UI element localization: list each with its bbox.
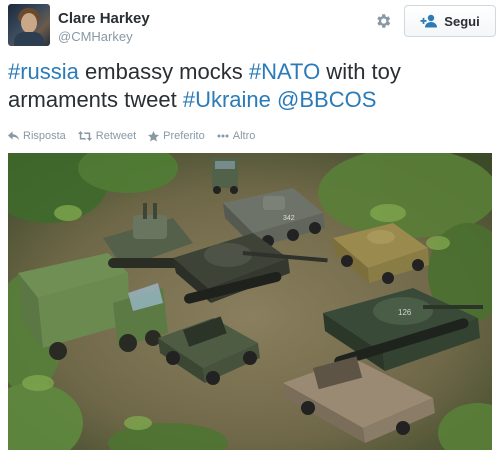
favorite-button[interactable]: Preferito (148, 130, 205, 142)
author-handle[interactable]: @CMHarkey (58, 29, 133, 44)
more-label: Altro (232, 130, 256, 142)
add-user-icon (420, 14, 438, 28)
gear-icon[interactable] (372, 10, 394, 32)
reply-label: Risposta (23, 130, 66, 142)
star-icon (148, 130, 160, 141)
more-icon (217, 134, 229, 138)
author-name[interactable]: Clare Harkey (58, 10, 150, 27)
retweet-icon (77, 131, 92, 141)
reply-button[interactable]: Risposta (8, 130, 66, 142)
hashtag-russia[interactable]: #russia (8, 59, 79, 84)
follow-button-label: Segui (444, 13, 480, 29)
avatar[interactable] (8, 4, 50, 46)
tweet-actions: Risposta Retweet Preferito Altro (8, 127, 267, 145)
hashtag-nato[interactable]: #NATO (249, 59, 320, 84)
reply-icon (8, 131, 19, 141)
avatar-face (21, 13, 37, 33)
tweet-text-part: embassy mocks (78, 59, 249, 84)
tweet-header: Clare Harkey @CMHarkey Segui (8, 4, 496, 48)
hashtag-ukraine[interactable]: #Ukraine (183, 87, 271, 112)
tank-number: 126 (398, 308, 412, 317)
more-button[interactable]: Altro (217, 130, 256, 142)
follow-button[interactable]: Segui (404, 5, 496, 37)
toy-army-photo: 342 126 (8, 153, 492, 450)
avatar-body (14, 32, 44, 46)
apc-number: 342 (283, 215, 295, 222)
retweet-label: Retweet (95, 130, 137, 142)
favorite-label: Preferito (163, 130, 205, 142)
mention-bbcos[interactable]: @BBCOS (277, 87, 376, 112)
tweet-photo[interactable]: 342 126 (8, 153, 492, 450)
tweet-text: #russia embassy mocks #NATO with toy arm… (8, 58, 492, 114)
retweet-button[interactable]: Retweet (77, 130, 137, 142)
